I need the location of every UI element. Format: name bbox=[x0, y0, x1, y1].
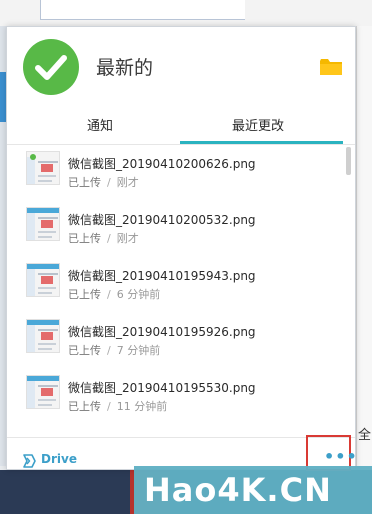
file-thumbnail bbox=[26, 151, 60, 185]
panel-header: 最新的 bbox=[7, 27, 355, 103]
sync-activity-panel: 最新的 通知 最近更改 微信截图_20190410200626.png 已上传 /… bbox=[6, 26, 358, 471]
panel-title: 最新的 bbox=[96, 57, 154, 79]
watermark-text: Hao4K.CN bbox=[144, 471, 332, 509]
upload-time: 刚才 bbox=[116, 232, 139, 245]
drive-logo-icon bbox=[23, 454, 36, 468]
folder-icon[interactable] bbox=[319, 57, 343, 77]
file-name: 微信截图_20190410195943.png bbox=[68, 269, 256, 283]
check-icon bbox=[23, 39, 79, 95]
background-window-top bbox=[0, 0, 372, 26]
list-item[interactable]: 微信截图_20190410195926.png 已上传 / 7 分钟前 bbox=[7, 313, 343, 369]
file-thumbnail bbox=[26, 375, 60, 409]
file-status: 已上传 / 7 分钟前 bbox=[68, 342, 160, 358]
file-thumbnail bbox=[26, 319, 60, 353]
status-separator: / bbox=[107, 400, 111, 413]
tab-notifications[interactable]: 通知 bbox=[87, 115, 113, 134]
file-status: 已上传 / 6 分钟前 bbox=[68, 286, 160, 302]
drive-label: Drive bbox=[41, 452, 77, 466]
watermark: Hao4K.CN bbox=[134, 466, 372, 514]
file-status: 已上传 / 刚才 bbox=[68, 230, 139, 246]
background-right-edge bbox=[356, 26, 372, 466]
file-name: 微信截图_20190410195926.png bbox=[68, 325, 256, 339]
file-name: 微信截图_20190410200532.png bbox=[68, 213, 256, 227]
upload-time: 刚才 bbox=[116, 176, 139, 189]
list-item[interactable]: 微信截图_20190410195943.png 已上传 / 6 分钟前 bbox=[7, 257, 343, 313]
file-name: 微信截图_20190410195530.png bbox=[68, 381, 256, 395]
background-text: 全 bbox=[358, 428, 372, 443]
file-thumbnail bbox=[26, 207, 60, 241]
upload-status: 已上传 bbox=[68, 288, 101, 301]
status-separator: / bbox=[107, 176, 111, 189]
status-separator: / bbox=[107, 344, 111, 357]
file-name: 微信截图_20190410200626.png bbox=[68, 157, 256, 171]
list-item[interactable]: 微信截图_20190410200532.png 已上传 / 刚才 bbox=[7, 201, 343, 257]
list-item[interactable]: 微信截图_20190410195530.png 已上传 / 11 分钟前 bbox=[7, 369, 343, 425]
upload-status: 已上传 bbox=[68, 232, 101, 245]
more-icon: ••• bbox=[324, 447, 358, 466]
status-separator: / bbox=[107, 288, 111, 301]
list-scrollbar[interactable] bbox=[346, 147, 351, 175]
file-thumbnail bbox=[26, 263, 60, 297]
upload-status: 已上传 bbox=[68, 344, 101, 357]
upload-time: 6 分钟前 bbox=[116, 288, 161, 301]
file-status: 已上传 / 刚才 bbox=[68, 174, 139, 190]
background-titlebar bbox=[40, 0, 245, 20]
upload-time: 7 分钟前 bbox=[116, 344, 161, 357]
tab-recent-changes[interactable]: 最近更改 bbox=[232, 115, 284, 134]
status-separator: / bbox=[107, 232, 111, 245]
upload-status: 已上传 bbox=[68, 400, 101, 413]
upload-time: 11 分钟前 bbox=[116, 400, 168, 413]
recent-files-list: 微信截图_20190410200626.png 已上传 / 刚才 微信截图_2019… bbox=[7, 145, 355, 437]
upload-status: 已上传 bbox=[68, 176, 101, 189]
list-item[interactable]: 微信截图_20190410200626.png 已上传 / 刚才 bbox=[7, 145, 343, 201]
file-status: 已上传 / 11 分钟前 bbox=[68, 398, 167, 414]
tab-bar: 通知 最近更改 bbox=[7, 107, 355, 145]
